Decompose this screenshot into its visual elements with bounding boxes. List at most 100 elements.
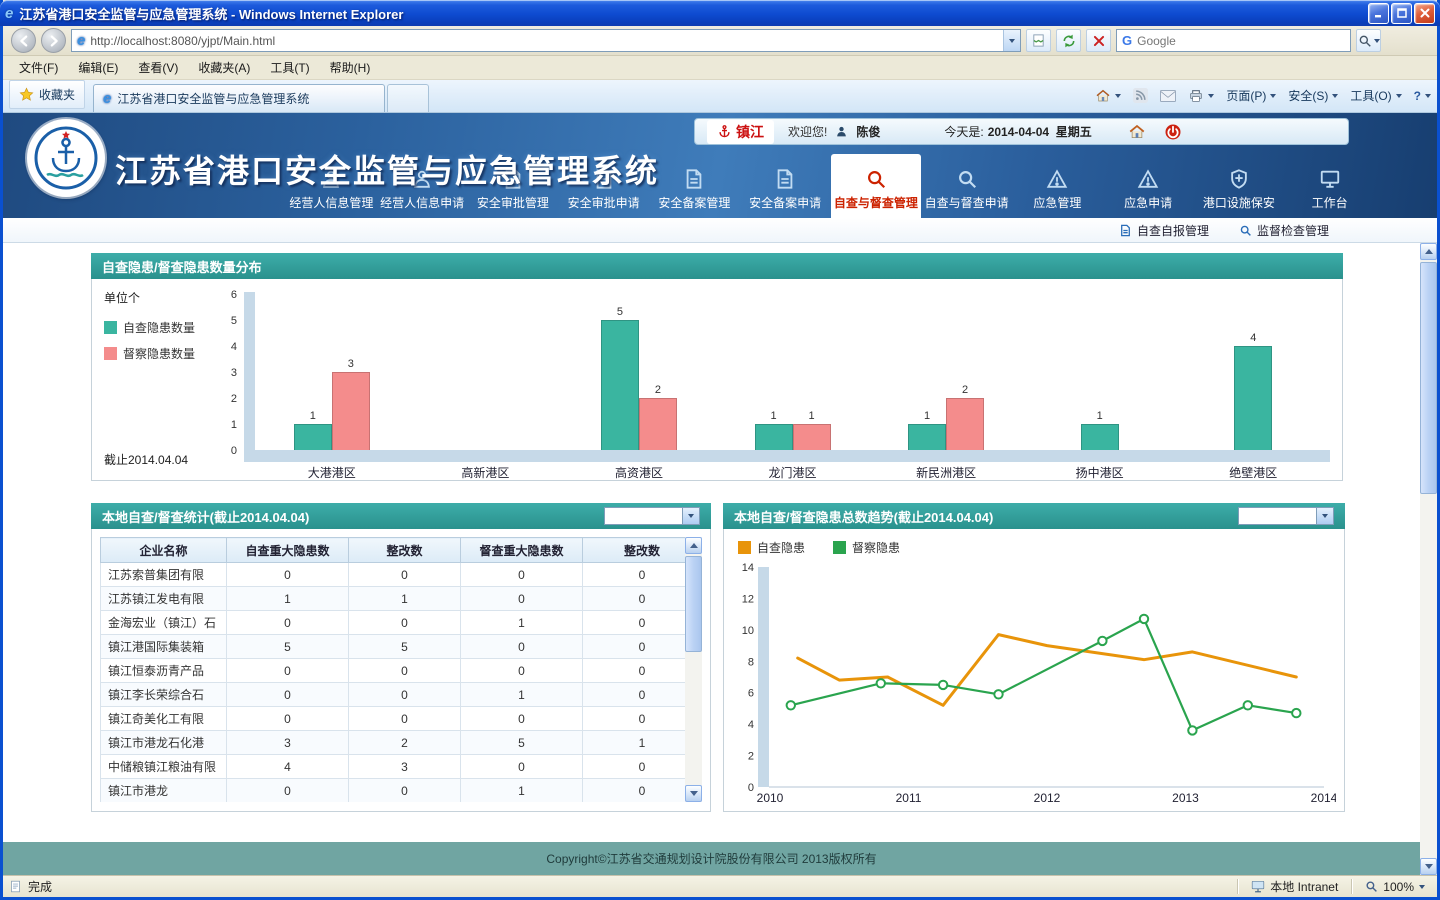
- line-panel-title: 本地自查/督查隐患总数趋势(截止2014.04.04): [734, 507, 993, 526]
- address-bar: e G: [3, 26, 1437, 56]
- subnav-item-1[interactable]: 监督检查管理: [1239, 222, 1329, 239]
- nav-item-label: 港口设施保安: [1203, 194, 1275, 211]
- forward-button[interactable]: [41, 28, 66, 53]
- bar-group: 11: [716, 424, 870, 450]
- nav-item-7[interactable]: 自查与督查申请: [921, 154, 1012, 218]
- table-row[interactable]: 镇江港国际集装箱5500: [101, 635, 702, 659]
- nav-item-4[interactable]: 安全备案管理: [649, 154, 740, 218]
- close-button[interactable]: [1414, 3, 1435, 24]
- scroll-down-button[interactable]: [685, 785, 702, 802]
- x-category-label: 大港港区: [255, 464, 409, 480]
- bar-group: 4: [1176, 346, 1330, 450]
- table-row[interactable]: 镇江市港龙0010: [101, 779, 702, 803]
- menu-edit[interactable]: 编辑(E): [68, 55, 128, 80]
- magnifier-icon: [1365, 880, 1378, 893]
- portal-home-button[interactable]: [1128, 123, 1146, 141]
- table-row[interactable]: 镇江奇美化工有限0000: [101, 707, 702, 731]
- company-name-cell: 镇江港国际集装箱: [101, 635, 227, 659]
- line-filter-select[interactable]: [1238, 507, 1334, 525]
- table-row[interactable]: 镇江市港龙石化港3251: [101, 731, 702, 755]
- x-tick-label: 2014: [1311, 791, 1336, 805]
- legend-label: 督察隐患: [852, 539, 900, 556]
- subnav-item-0[interactable]: 自查自报管理: [1119, 222, 1209, 239]
- company-name-cell: 中储粮镇江粮油有限: [101, 755, 227, 779]
- legend-label: 自查隐患数量: [123, 319, 195, 336]
- nav-item-6[interactable]: 自查与督查管理: [831, 154, 922, 218]
- port-logo-icon: [33, 125, 99, 191]
- menu-view[interactable]: 查看(V): [128, 55, 188, 80]
- logout-button[interactable]: [1164, 123, 1182, 141]
- legend-label: 自查隐患: [757, 539, 805, 556]
- column-header: 整改数: [349, 538, 461, 563]
- search-button[interactable]: [1356, 29, 1381, 52]
- bar-group: 52: [562, 320, 716, 450]
- nav-item-5[interactable]: 安全备案申请: [740, 154, 831, 218]
- rss-button[interactable]: [1133, 88, 1148, 103]
- zoom-control[interactable]: 100%: [1359, 880, 1431, 894]
- window-title: 江苏省港口安全监管与应急管理系统 - Windows Internet Expl…: [19, 4, 1362, 23]
- y-tick-label: 2: [231, 393, 237, 405]
- y-tick-label: 10: [742, 625, 754, 637]
- minimize-button[interactable]: [1368, 3, 1389, 24]
- table-row[interactable]: 镇江李长荣综合石0010: [101, 683, 702, 707]
- favorites-bar: 收藏夹 e 江苏省港口安全监管与应急管理系统 页面(P) 安全(S) 工具(O)…: [3, 80, 1437, 113]
- tools-menu-button[interactable]: 工具(O): [1350, 87, 1401, 104]
- table-row[interactable]: 镇江恒泰沥青产品0000: [101, 659, 702, 683]
- mail-icon: [1160, 89, 1176, 103]
- page-scrollbar[interactable]: [1420, 243, 1437, 875]
- value-cell: 0: [583, 563, 702, 587]
- scroll-thumb[interactable]: [685, 556, 702, 652]
- new-tab-button[interactable]: [387, 84, 429, 112]
- menu-file[interactable]: 文件(F): [9, 55, 68, 80]
- table-filter-select[interactable]: [604, 507, 700, 525]
- help-button[interactable]: ?: [1414, 89, 1431, 103]
- table-row[interactable]: 中储粮镇江粮油有限4300: [101, 755, 702, 779]
- search-input[interactable]: [1137, 34, 1345, 48]
- y-tick-label: 2: [748, 751, 754, 763]
- bar-panel-title: 自查隐患/督查隐患数量分布: [102, 257, 262, 276]
- table-row[interactable]: 江苏镇江发电有限1100: [101, 587, 702, 611]
- safety-menu-button[interactable]: 安全(S): [1288, 87, 1338, 104]
- nav-item-8[interactable]: 应急管理: [1012, 154, 1103, 218]
- rss-icon: [1133, 88, 1148, 103]
- home-button[interactable]: [1095, 88, 1121, 104]
- bar-chart-xband: [244, 450, 1330, 462]
- print-button[interactable]: [1188, 88, 1214, 104]
- browser-tab[interactable]: e 江苏省港口安全监管与应急管理系统: [93, 84, 385, 112]
- menu-tools[interactable]: 工具(T): [260, 55, 319, 80]
- stats-table-body-wrap: 企业名称自查重大隐患数整改数督查重大隐患数整改数 江苏索普集团有限0000江苏镇…: [91, 529, 711, 812]
- nav-item-label: 经营人信息管理: [289, 194, 373, 211]
- value-cell: 0: [461, 587, 583, 611]
- nav-item-11[interactable]: 工作台: [1284, 154, 1375, 218]
- document-icon: [683, 168, 705, 190]
- mail-button[interactable]: [1160, 89, 1176, 103]
- page-menu-button[interactable]: 页面(P): [1226, 87, 1276, 104]
- value-cell: 0: [227, 659, 349, 683]
- back-button[interactable]: [11, 28, 36, 53]
- star-icon: [19, 87, 34, 102]
- refresh-button[interactable]: [1056, 29, 1081, 52]
- table-row[interactable]: 江苏索普集团有限0000: [101, 563, 702, 587]
- compatibility-view-button[interactable]: [1026, 29, 1051, 52]
- nav-item-10[interactable]: 港口设施保安: [1194, 154, 1285, 218]
- page-scroll-thumb[interactable]: [1420, 262, 1437, 494]
- value-cell: 0: [461, 707, 583, 731]
- table-row[interactable]: 金海宏业（镇江）石0010: [101, 611, 702, 635]
- menu-help[interactable]: 帮助(H): [320, 55, 381, 80]
- warning-icon: [1137, 168, 1159, 190]
- favorites-button[interactable]: 收藏夹: [9, 80, 85, 109]
- table-scrollbar[interactable]: [685, 537, 702, 802]
- scroll-up-button[interactable]: [685, 537, 702, 554]
- y-tick-label: 0: [231, 445, 237, 457]
- stop-button[interactable]: [1086, 29, 1111, 52]
- nav-item-9[interactable]: 应急申请: [1103, 154, 1194, 218]
- maximize-button[interactable]: [1391, 3, 1412, 24]
- company-name-cell: 镇江李长荣综合石: [101, 683, 227, 707]
- company-name-cell: 江苏镇江发电有限: [101, 587, 227, 611]
- address-dropdown-button[interactable]: [1003, 30, 1020, 51]
- menu-favorites[interactable]: 收藏夹(A): [188, 55, 260, 80]
- address-input[interactable]: [90, 34, 998, 48]
- page-scroll-up-button[interactable]: [1420, 243, 1437, 260]
- favorites-label: 收藏夹: [39, 86, 75, 103]
- page-scroll-down-button[interactable]: [1420, 858, 1437, 875]
